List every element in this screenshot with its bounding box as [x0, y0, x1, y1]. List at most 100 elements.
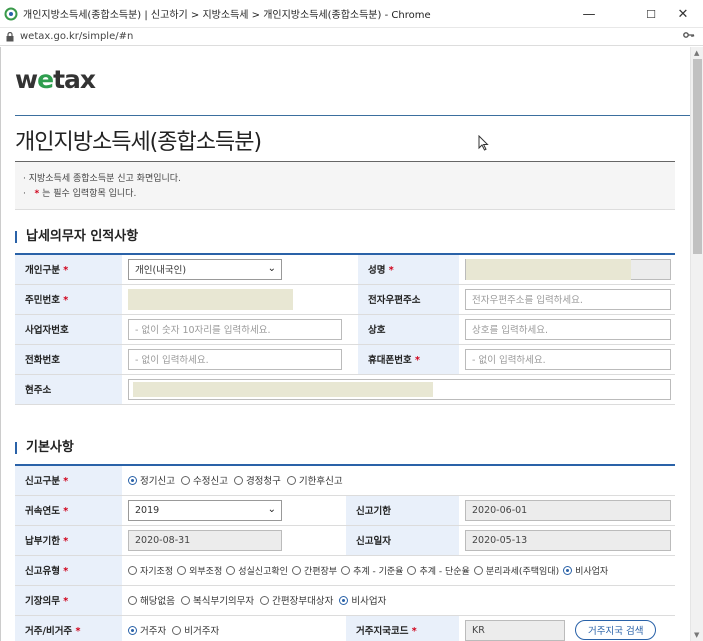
radio-icon — [233, 475, 243, 485]
header-divider — [15, 115, 690, 116]
table-row: 전화번호 - 없이 입력하세요. 휴대폰번호 * - 없이 입력하세요. — [15, 344, 675, 375]
section-title-taxpayer: 납세의무자 인적사항 — [15, 230, 138, 243]
radio-double-entry[interactable]: 복식부기의무자 — [180, 593, 254, 607]
country-search-button[interactable]: 거주지국 검색 — [575, 620, 657, 640]
radio-icon — [260, 595, 270, 605]
lock-icon — [6, 31, 14, 42]
address-field[interactable] — [128, 378, 671, 400]
radio-amended-report[interactable]: 수정신고 — [180, 473, 228, 487]
radio-resident[interactable]: 거주자 — [128, 623, 166, 637]
table-row: 현주소 — [15, 374, 675, 405]
attribution-year-select[interactable]: 2019 ⌄ — [128, 499, 282, 521]
personal-type-select[interactable]: 개인(내국인) ⌄ — [128, 258, 282, 280]
field-label: 납부기한 * — [15, 525, 122, 556]
report-deadline-field[interactable]: 2020-06-01 — [465, 499, 671, 521]
radio-icon — [128, 565, 137, 575]
required-star: * — [34, 189, 40, 199]
page-content: wetax 개인지방소득세(종합소득분) · 지방소득세 종합소득분 신고 화면… — [0, 47, 690, 641]
field-label: 신고유형 * — [15, 555, 122, 586]
report-kind-radio-group: 자기조정 외부조정 성실신고확인 간편장부 추계 - 기준율 추계 - 단순율 … — [128, 564, 671, 577]
field-label: 전자우편주소 — [358, 284, 459, 315]
scrollbar-thumb[interactable] — [693, 59, 702, 254]
radio-selected-icon — [339, 595, 349, 605]
business-number-field[interactable]: - 없이 숫자 10자리를 입력하세요. — [128, 318, 342, 340]
field-label: 기장의무 * — [15, 585, 122, 616]
radio-icon — [180, 595, 190, 605]
radio-non-resident[interactable]: 비거주자 — [172, 623, 219, 637]
report-date-field[interactable]: 2020-05-13 — [465, 529, 671, 551]
radio-selected-icon — [128, 475, 137, 485]
page-title: 개인지방소득세(종합소득분) — [15, 130, 262, 155]
notice-box: · 지방소득세 종합소득분 신고 화면입니다. · * 는 필수 입력항목 입니… — [15, 162, 675, 210]
window-titlebar: 개인지방소득세(종합소득분) | 신고하기 > 지방소득세 > 개인지방소득세(… — [0, 0, 703, 28]
field-label: 전화번호 — [15, 344, 122, 375]
logo-letter-w: w — [15, 65, 38, 94]
radio-not-applicable[interactable]: 해당없음 — [128, 593, 175, 607]
radio-correction-claim[interactable]: 경정청구 — [233, 473, 281, 487]
radio-icon — [286, 475, 296, 485]
scroll-down-arrow-icon[interactable]: ▼ — [694, 631, 699, 639]
notice-line-2: · * 는 필수 입력항목 입니다. — [23, 189, 137, 199]
trade-name-field[interactable]: 상호를 입력하세요. — [465, 318, 671, 340]
url-text[interactable]: wetax.go.kr/simple/#n — [20, 31, 133, 42]
field-label: 신고기한 — [346, 495, 459, 526]
table-row: 귀속연도 * 2019 ⌄ 신고기한 2020-06-01 — [15, 495, 675, 526]
section-title-basic: 기본사항 — [15, 441, 74, 454]
country-code-field[interactable]: KR — [465, 619, 565, 641]
field-label: 상호 — [358, 314, 459, 345]
email-field[interactable]: 전자우편주소를 입력하세요. — [465, 288, 671, 310]
field-label: 신고구분 * — [15, 465, 122, 496]
close-button[interactable]: ✕ — [661, 0, 703, 28]
address-bar[interactable]: wetax.go.kr/simple/#n — [0, 28, 703, 46]
field-label: 귀속연도 * — [15, 495, 122, 526]
chevron-down-icon: ⌄ — [267, 262, 276, 274]
report-type-radio-group: 정기신고 수정신고 경정청구 기한후신고 — [128, 473, 671, 487]
table-row: 신고유형 * 자기조정 외부조정 성실신고확인 간편장부 추계 - 기준율 추계… — [15, 555, 675, 586]
radio-estimate-standard[interactable]: 추계 - 기준율 — [341, 564, 403, 577]
taxpayer-info-table: 개인구분 * 개인(내국인) ⌄ 성명 * 주민번호 * 전자우편주소 전자우편주… — [15, 253, 675, 405]
radio-estimate-simple[interactable]: 추계 - 단순율 — [407, 564, 470, 577]
field-label: 휴대폰번호 * — [358, 344, 459, 375]
masked-value — [133, 381, 433, 397]
radio-icon — [177, 565, 187, 575]
radio-icon — [407, 565, 417, 575]
field-label: 신고일자 — [346, 525, 459, 556]
wetax-favicon-icon — [4, 7, 18, 21]
radio-non-business-bookkeeping[interactable]: 비사업자 — [339, 593, 386, 607]
key-icon[interactable] — [683, 31, 695, 42]
table-row: 기장의무 * 해당없음 복식부기의무자 간편장부대상자 비사업자 — [15, 585, 675, 616]
window-title: 개인지방소득세(종합소득분) | 신고하기 > 지방소득세 > 개인지방소득세(… — [23, 10, 431, 21]
phone-field[interactable]: - 없이 입력하세요. — [128, 348, 342, 370]
payment-deadline-field[interactable]: 2020-08-31 — [128, 529, 282, 551]
residency-radio-group: 거주자 비거주자 — [128, 623, 342, 637]
field-label: 성명 * — [358, 254, 459, 285]
mouse-cursor-icon — [478, 134, 489, 154]
radio-separate-taxation[interactable]: 분리과세(주택임대) — [473, 564, 559, 577]
mobile-field[interactable]: - 없이 입력하세요. — [465, 348, 671, 370]
radio-sincere-report[interactable]: 성실신고확인 — [226, 564, 288, 577]
radio-external-adjustment[interactable]: 외부조정 — [177, 564, 222, 577]
radio-icon — [291, 565, 301, 575]
radio-icon — [172, 625, 182, 635]
radio-simple-bookkeeping[interactable]: 간편장부 — [291, 564, 337, 577]
minimize-button[interactable]: — — [567, 0, 611, 28]
vertical-scrollbar[interactable]: ▲ ▼ — [690, 47, 703, 641]
radio-icon — [473, 565, 483, 575]
radio-icon — [128, 595, 137, 605]
wetax-logo[interactable]: wetax — [15, 65, 96, 94]
masked-value — [466, 258, 631, 280]
basic-info-table: 신고구분 * 정기신고 수정신고 경정청구 기한후신고 귀속연도 * 2019 ⌄… — [15, 464, 675, 641]
radio-late-report[interactable]: 기한후신고 — [286, 473, 343, 487]
radio-simple-ledger[interactable]: 간편장부대상자 — [260, 593, 333, 607]
field-label: 거주지국코드 * — [346, 615, 459, 641]
field-label: 현주소 — [15, 374, 122, 405]
table-row: 주민번호 * 전자우편주소 전자우편주소를 입력하세요. — [15, 284, 675, 315]
table-row: 개인구분 * 개인(내국인) ⌄ 성명 * — [15, 254, 675, 285]
rrn-field[interactable] — [128, 288, 293, 310]
radio-selected-icon — [128, 625, 137, 635]
radio-regular-report[interactable]: 정기신고 — [128, 473, 175, 487]
radio-self-adjustment[interactable]: 자기조정 — [128, 564, 173, 577]
scroll-up-arrow-icon[interactable]: ▲ — [694, 49, 699, 57]
name-field[interactable] — [465, 258, 671, 280]
radio-non-business[interactable]: 비사업자 — [563, 564, 608, 577]
